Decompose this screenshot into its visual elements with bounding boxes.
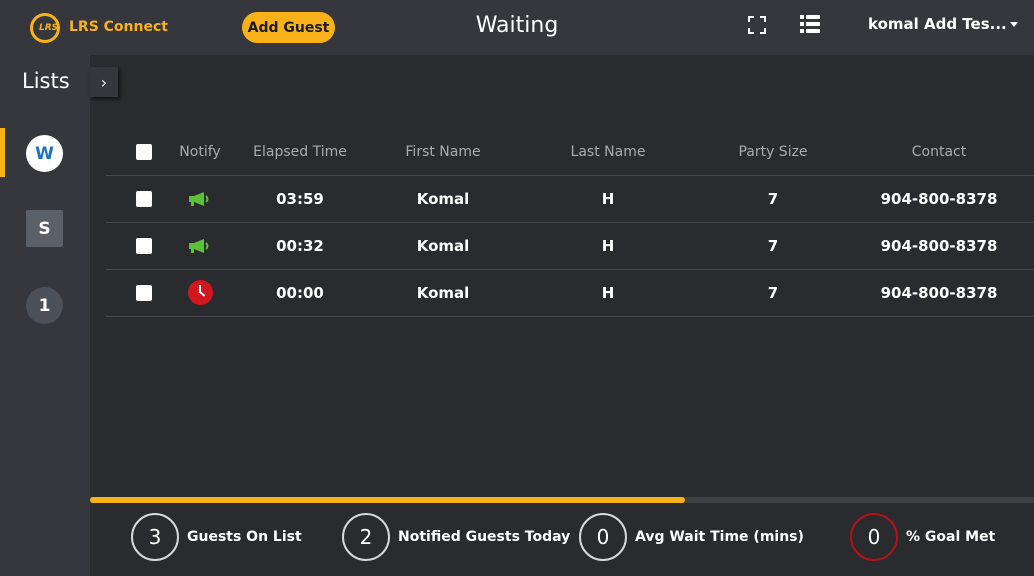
first-name: Komal bbox=[416, 189, 470, 208]
column-header-contact[interactable]: Contact bbox=[874, 128, 1004, 175]
last-name: H bbox=[601, 189, 615, 208]
contact: 904-800-8378 bbox=[880, 189, 998, 208]
clock-icon[interactable] bbox=[187, 280, 213, 305]
fullscreen-icon[interactable] bbox=[748, 16, 766, 34]
party-size: 7 bbox=[767, 283, 779, 302]
user-menu[interactable]: komal Add Tes... bbox=[868, 15, 1018, 33]
table-row[interactable]: 00:00 Komal H 7 904-800-8378 bbox=[106, 269, 1034, 317]
user-menu-label: komal Add Tes... bbox=[868, 15, 1007, 33]
stat-value: 0 bbox=[579, 513, 627, 561]
column-header-party-size[interactable]: Party Size bbox=[723, 128, 823, 175]
page-title: Waiting bbox=[475, 13, 559, 38]
chevron-down-icon bbox=[1009, 22, 1018, 27]
stat-value: 0 bbox=[850, 513, 898, 561]
stat-label: Guests On List bbox=[187, 529, 302, 545]
row-checkbox[interactable] bbox=[136, 237, 152, 254]
stat-value: 3 bbox=[131, 513, 179, 561]
stat-value: 2 bbox=[342, 513, 390, 561]
row-checkbox[interactable] bbox=[136, 284, 152, 301]
elapsed-time: 00:00 bbox=[276, 283, 324, 302]
select-all-checkbox[interactable] bbox=[136, 143, 152, 160]
stat-notified-guests-today: 2 Notified Guests Today bbox=[342, 513, 570, 561]
stat-guests-on-list: 3 Guests On List bbox=[131, 513, 302, 561]
elapsed-time: 03:59 bbox=[276, 189, 324, 208]
sidebar-item-s[interactable]: S bbox=[26, 210, 63, 247]
last-name: H bbox=[601, 236, 615, 255]
party-size: 7 bbox=[767, 189, 779, 208]
column-header-notify[interactable]: Notify bbox=[176, 128, 224, 175]
elapsed-time: 00:32 bbox=[276, 236, 324, 255]
stats-footer: 3 Guests On List 2 Notified Guests Today… bbox=[90, 503, 1034, 576]
first-name: Komal bbox=[416, 236, 470, 255]
active-list-indicator bbox=[0, 128, 5, 177]
megaphone-icon[interactable] bbox=[188, 238, 212, 254]
column-header-last-name[interactable]: Last Name bbox=[558, 128, 658, 175]
contact: 904-800-8378 bbox=[880, 236, 998, 255]
brand-name: LRS Connect bbox=[69, 19, 168, 35]
sidebar-item-1[interactable]: 1 bbox=[26, 287, 63, 324]
contact: 904-800-8378 bbox=[880, 283, 998, 302]
sidebar-item-w[interactable]: W bbox=[26, 135, 63, 172]
first-name: Komal bbox=[416, 283, 470, 302]
party-size: 7 bbox=[767, 236, 779, 255]
sidebar-toggle-button[interactable]: › bbox=[90, 67, 118, 97]
last-name: H bbox=[601, 283, 615, 302]
stat-label: Avg Wait Time (mins) bbox=[635, 529, 804, 545]
stat-label: % Goal Met bbox=[906, 529, 996, 545]
table-row[interactable]: 03:59 Komal H 7 904-800-8378 bbox=[106, 175, 1034, 223]
stat-label: Notified Guests Today bbox=[398, 529, 571, 545]
column-header-first-name[interactable]: First Name bbox=[393, 128, 493, 175]
lrs-logo-icon: LRS bbox=[30, 13, 60, 43]
row-checkbox[interactable] bbox=[136, 190, 152, 207]
stat-avg-wait-time: 0 Avg Wait Time (mins) bbox=[579, 513, 804, 561]
column-header-elapsed-time[interactable]: Elapsed Time bbox=[246, 128, 354, 175]
stat-goal-met: 0 % Goal Met bbox=[850, 513, 995, 561]
add-guest-button[interactable]: Add Guest bbox=[242, 12, 335, 43]
table-header-row: Notify Elapsed Time First Name Last Name… bbox=[106, 128, 1034, 176]
list-view-icon[interactable] bbox=[800, 15, 820, 33]
megaphone-icon[interactable] bbox=[188, 191, 212, 207]
sidebar-title: Lists bbox=[22, 69, 70, 93]
table-row[interactable]: 00:32 Komal H 7 904-800-8378 bbox=[106, 222, 1034, 270]
top-bar: LRS LRS Connect Add Guest Waiting komal … bbox=[0, 0, 1034, 55]
